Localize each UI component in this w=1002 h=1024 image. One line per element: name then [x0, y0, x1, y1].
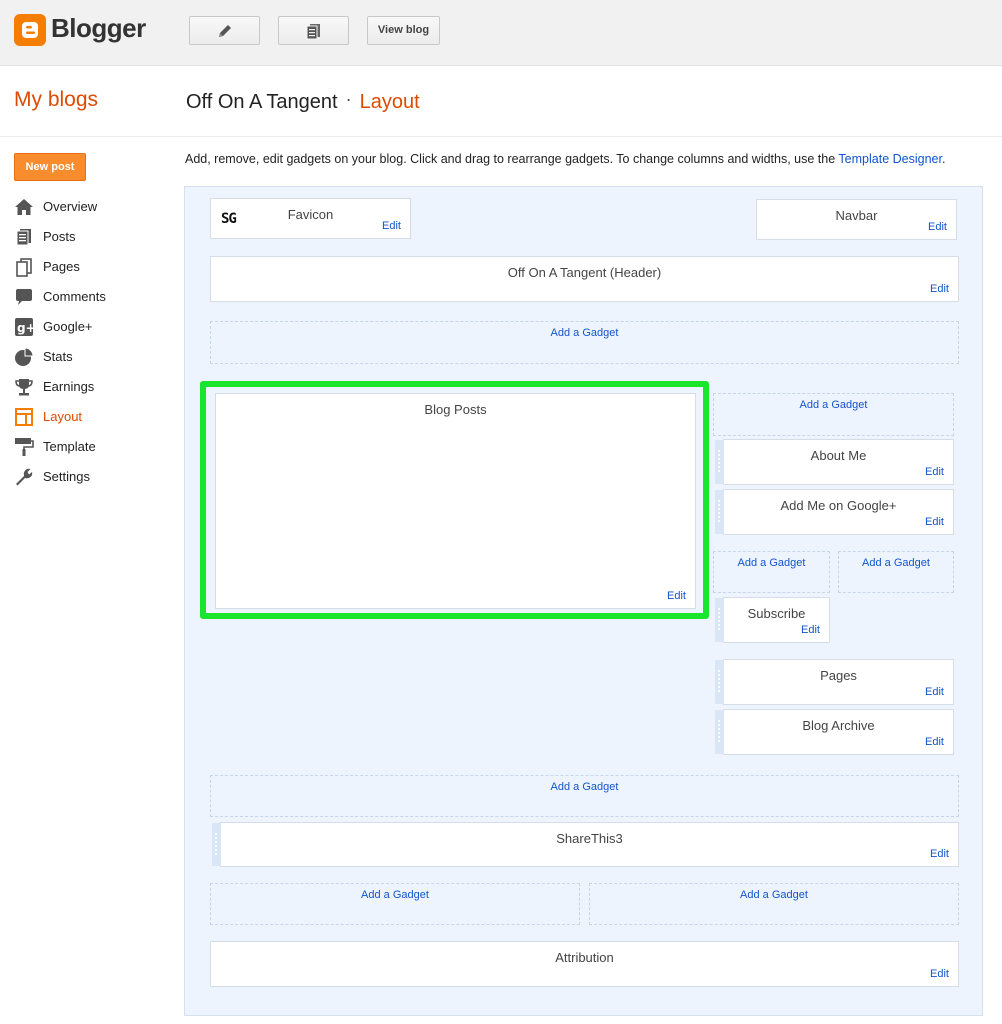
blogger-logo-icon[interactable] — [14, 14, 46, 46]
sidebar-item-label: Pages — [43, 259, 80, 274]
pages-icon — [16, 258, 32, 277]
drag-handle[interactable] — [715, 440, 724, 484]
home-icon — [15, 199, 33, 215]
sidebar-item-label: Template — [43, 439, 96, 454]
gadget-sharethis[interactable]: ShareThis3 Edit — [212, 822, 959, 867]
gadget-navbar[interactable]: Navbar Edit — [756, 199, 957, 240]
google-plus-icon: g+ — [15, 318, 34, 336]
description-end: . — [941, 152, 946, 166]
sidebar-item-label: Comments — [43, 289, 106, 304]
gadget-title: Navbar — [835, 208, 878, 223]
gadget-title: Favicon — [287, 207, 334, 222]
posts-icon — [16, 229, 31, 246]
drag-handle[interactable] — [715, 660, 724, 704]
gadget-header[interactable]: Off On A Tangent (Header) Edit — [210, 256, 959, 302]
blog-title[interactable]: Off On A Tangent — [186, 91, 338, 113]
sidebar-item-pages[interactable]: Pages — [14, 253, 174, 283]
document-list-icon — [306, 24, 320, 40]
page-title: Off On A Tangent · Layout — [186, 89, 420, 114]
sidebar-item-label: Google+ — [43, 319, 93, 334]
gadget-title: Attribution — [555, 950, 614, 965]
sidebar-item-layout[interactable]: Layout — [14, 403, 174, 433]
description-text: Add, remove, edit gadgets on your blog. … — [185, 152, 839, 166]
top-bar: Blogger View blog — [0, 0, 1002, 66]
add-gadget-link[interactable]: Add a Gadget — [713, 393, 954, 436]
edit-link[interactable]: Edit — [928, 221, 947, 233]
gadget-pages[interactable]: Pages Edit — [715, 659, 954, 705]
sidebar-nav: Overview Posts Pages Comments g+ Google+… — [14, 193, 174, 493]
layout-description: Add, remove, edit gadgets on your blog. … — [185, 152, 945, 166]
my-blogs-link[interactable]: My blogs — [14, 88, 98, 112]
edit-link[interactable]: Edit — [801, 624, 820, 636]
gadget-blog-archive[interactable]: Blog Archive Edit — [715, 709, 954, 755]
trophy-icon — [15, 379, 33, 396]
header-divider — [0, 136, 1002, 137]
section-title: Layout — [359, 91, 420, 113]
sidebar-item-posts[interactable]: Posts — [14, 223, 174, 253]
gadget-title: Blog Archive — [802, 718, 875, 733]
sidebar-item-label: Overview — [43, 199, 98, 214]
sidebar-item-comments[interactable]: Comments — [14, 283, 174, 313]
sidebar-item-label: Layout — [43, 409, 83, 424]
edit-link[interactable]: Edit — [925, 516, 944, 528]
wrench-icon — [16, 468, 33, 486]
gadget-about-me[interactable]: About Me Edit — [715, 439, 954, 485]
sidebar-item-label: Stats — [43, 349, 73, 364]
edit-link[interactable]: Edit — [930, 968, 949, 980]
sidebar-item-label: Posts — [43, 229, 76, 244]
gadget-google-plus[interactable]: Add Me on Google+ Edit — [715, 489, 954, 535]
sidebar-item-earnings[interactable]: Earnings — [14, 373, 174, 403]
comment-icon — [16, 289, 32, 305]
title-separator: · — [345, 89, 352, 109]
new-post-button[interactable]: New post — [14, 153, 86, 181]
gadget-title: About Me — [810, 448, 867, 463]
new-post-toolbar-button[interactable] — [189, 16, 260, 45]
drag-handle[interactable] — [715, 598, 724, 642]
gadget-subscribe[interactable]: Subscribe Edit — [715, 597, 830, 643]
gadget-favicon[interactable]: SG Favicon Edit — [210, 198, 411, 239]
gadget-title: ShareThis3 — [556, 831, 623, 846]
sidebar-item-template[interactable]: Template — [14, 433, 174, 463]
pencil-icon — [219, 25, 231, 37]
sidebar-item-overview[interactable]: Overview — [14, 193, 174, 223]
edit-link[interactable]: Edit — [925, 466, 944, 478]
add-gadget-link[interactable]: Add a Gadget — [210, 775, 959, 817]
drag-handle[interactable] — [715, 710, 724, 754]
sidebar-item-label: Earnings — [43, 379, 95, 394]
sidebar-item-google-plus[interactable]: g+ Google+ — [14, 313, 174, 343]
pie-chart-icon — [15, 347, 34, 366]
app-name[interactable]: Blogger — [51, 13, 146, 44]
gadget-title: Subscribe — [747, 606, 806, 621]
drag-handle[interactable] — [715, 490, 724, 534]
blog-posts-highlight — [200, 381, 709, 619]
sidebar-item-stats[interactable]: Stats — [14, 343, 174, 373]
add-gadget-link[interactable]: Add a Gadget — [838, 551, 954, 593]
gadget-title: Off On A Tangent (Header) — [507, 265, 662, 280]
gadget-attribution[interactable]: Attribution Edit — [210, 941, 959, 987]
svg-text:g+: g+ — [17, 321, 34, 335]
edit-link[interactable]: Edit — [925, 736, 944, 748]
view-blog-button[interactable]: View blog — [367, 16, 440, 45]
add-gadget-link[interactable]: Add a Gadget — [713, 551, 830, 593]
template-designer-link[interactable]: Template Designer — [838, 152, 942, 166]
sidebar-item-label: Settings — [43, 469, 90, 484]
edit-link[interactable]: Edit — [930, 848, 949, 860]
add-gadget-link[interactable]: Add a Gadget — [589, 883, 959, 925]
add-gadget-link[interactable]: Add a Gadget — [210, 883, 580, 925]
edit-link[interactable]: Edit — [382, 220, 401, 232]
sidebar-item-settings[interactable]: Settings — [14, 463, 174, 493]
add-gadget-link[interactable]: Add a Gadget — [210, 321, 959, 364]
gadget-title: Add Me on Google+ — [780, 498, 897, 513]
drag-handle[interactable] — [212, 823, 221, 866]
layout-icon — [15, 408, 33, 426]
gadget-title: Pages — [820, 668, 857, 683]
paint-roller-icon — [15, 438, 34, 456]
edit-link[interactable]: Edit — [925, 686, 944, 698]
edit-link[interactable]: Edit — [930, 283, 949, 295]
posts-toolbar-button[interactable] — [278, 16, 349, 45]
